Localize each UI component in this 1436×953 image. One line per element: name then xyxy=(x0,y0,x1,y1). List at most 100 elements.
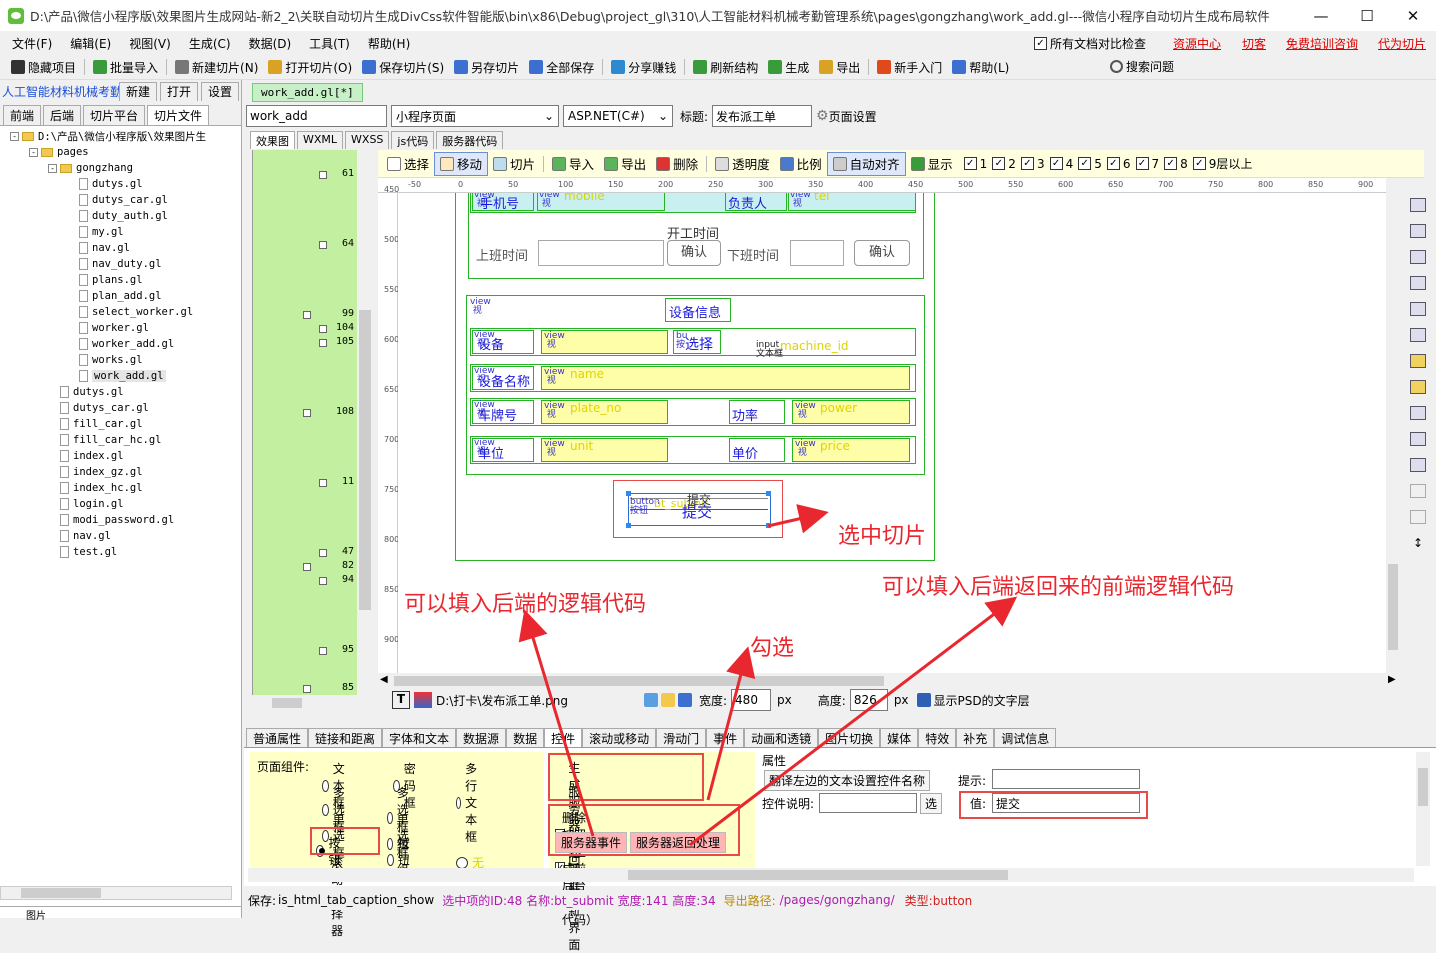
layer-checkbox[interactable]: ✓ 7 xyxy=(1135,157,1159,171)
page-name-input[interactable]: work_add xyxy=(246,105,387,127)
save-slice-button[interactable]: 保存切片(S) xyxy=(357,56,449,78)
export-tool[interactable]: 导出 xyxy=(599,152,651,176)
property-tab[interactable]: 滑动门 xyxy=(656,728,707,747)
move-tool[interactable]: 移动 xyxy=(434,151,489,176)
align-bottom-icon[interactable] xyxy=(1410,250,1426,264)
connect-icon[interactable] xyxy=(1410,458,1426,472)
fold-icon[interactable] xyxy=(319,325,327,333)
radio-icon[interactable] xyxy=(387,853,394,866)
select-tool[interactable]: 选择 xyxy=(382,152,434,176)
property-tab[interactable]: 补充 xyxy=(956,728,995,747)
layer-checkbox[interactable]: ✓ 6 xyxy=(1106,157,1131,171)
tree-file[interactable]: my.gl xyxy=(10,224,241,240)
link-resource-center[interactable]: 资源中心 xyxy=(1173,35,1221,52)
start-confirm-button[interactable]: 确认 xyxy=(667,240,721,266)
height-input[interactable]: 826 xyxy=(849,689,888,711)
left-tab[interactable]: 后端 xyxy=(43,105,82,125)
code-icon[interactable] xyxy=(1410,510,1426,524)
component-radio[interactable]: 多行文本框 xyxy=(456,760,484,845)
link-outsource-slicing[interactable]: 代为切片 xyxy=(1378,35,1426,52)
menu-item[interactable]: 视图(V) xyxy=(120,35,180,52)
property-tab[interactable]: 字体和文本 xyxy=(382,728,457,747)
tree-file[interactable]: modi_password.gl xyxy=(10,512,241,528)
menu-item[interactable]: 生成(C) xyxy=(180,35,240,52)
collapse-icon[interactable]: - xyxy=(48,163,57,173)
tree-folder[interactable]: - gongzhang xyxy=(10,160,241,176)
fold-icon[interactable] xyxy=(303,409,311,417)
code-tab[interactable]: js代码 xyxy=(391,131,435,149)
fold-icon[interactable] xyxy=(319,479,327,487)
radio-icon[interactable] xyxy=(456,856,468,869)
checkbox[interactable]: ✓ xyxy=(1135,157,1149,170)
tree-file[interactable]: works.gl xyxy=(10,352,241,368)
auto-align-tool[interactable]: 自动对齐 xyxy=(826,151,906,176)
opacity-tool[interactable]: 透明度 xyxy=(710,152,775,176)
resize-handle[interactable] xyxy=(766,491,771,496)
fold-icon[interactable] xyxy=(319,577,327,585)
tree-file[interactable]: test.gl xyxy=(10,544,241,560)
fold-icon[interactable] xyxy=(303,685,311,693)
text-tool-icon[interactable]: T xyxy=(392,691,410,709)
help-button[interactable]: 帮助(L) xyxy=(947,56,1014,78)
open-folder-icon[interactable] xyxy=(661,693,675,707)
menu-item[interactable]: 文件(F) xyxy=(3,35,61,52)
tree-folder[interactable]: - D:\产品\微信小程序版\效果图片生 xyxy=(10,128,241,144)
resize-handle[interactable] xyxy=(766,523,771,528)
open-project-button[interactable]: 打开 xyxy=(160,81,199,101)
fold-icon[interactable] xyxy=(303,311,311,319)
checkbox[interactable]: ✓ xyxy=(1078,157,1092,170)
property-tab[interactable]: 普通属性 xyxy=(246,728,309,747)
align-top-icon[interactable] xyxy=(1410,198,1426,212)
collapse-icon[interactable]: - xyxy=(10,131,19,141)
checkbox[interactable]: ✓ xyxy=(1049,157,1063,170)
fold-icon[interactable] xyxy=(303,563,311,571)
beginner-guide-button[interactable]: 新手入门 xyxy=(872,56,947,78)
width-input[interactable]: 480 xyxy=(731,689,772,711)
tree-file[interactable]: nav.gl xyxy=(10,240,241,256)
group-icon[interactable] xyxy=(1410,406,1426,420)
link-free-training[interactable]: 免费培训咨询 xyxy=(1286,35,1358,52)
tree-file[interactable]: work_add.gl xyxy=(10,368,241,384)
code-tab[interactable]: 效果图 xyxy=(250,131,295,149)
props-vscroll[interactable] xyxy=(1416,752,1430,866)
resize-handle[interactable] xyxy=(626,491,631,496)
tree-file[interactable]: dutys.gl xyxy=(10,176,241,192)
checkbox[interactable]: ✓ xyxy=(963,157,977,170)
code-tab[interactable]: 服务器代码 xyxy=(436,131,504,149)
canvas-hscroll[interactable]: ◀ ▶ xyxy=(378,673,1398,689)
end-confirm-button[interactable]: 确认 xyxy=(854,240,910,266)
gutter-hscroll[interactable] xyxy=(252,695,373,711)
batch-import-button[interactable]: 批量导入 xyxy=(88,56,163,78)
tree-file[interactable]: dutys.gl xyxy=(10,384,241,400)
tree-file[interactable]: nav_duty.gl xyxy=(10,256,241,272)
property-tab[interactable]: 图片切换 xyxy=(818,728,881,747)
checkbox[interactable]: ✓ xyxy=(1106,157,1120,170)
resize-vertical-icon[interactable]: ↕ xyxy=(1410,536,1426,550)
checkbox[interactable]: ✓ xyxy=(992,157,1006,170)
tree-file[interactable]: index.gl xyxy=(10,448,241,464)
display-tool[interactable]: 显示 xyxy=(906,152,958,176)
layer-checkbox[interactable]: ✓ 4 xyxy=(1049,157,1073,171)
control-desc-input[interactable] xyxy=(819,793,917,813)
tree-file[interactable]: worker_add.gl xyxy=(10,336,241,352)
start-time-input[interactable] xyxy=(538,240,664,266)
compare-checkbox[interactable]: ✓ xyxy=(1034,37,1047,50)
property-tab[interactable]: 控件 xyxy=(544,728,583,747)
open-slice-button[interactable]: 打开切片(O) xyxy=(263,56,357,78)
tree-file[interactable]: fill_car_hc.gl xyxy=(10,432,241,448)
checkbox[interactable]: ✓ xyxy=(1164,157,1178,170)
hierarchy-icon[interactable] xyxy=(1410,432,1426,446)
search-problem[interactable]: 搜索问题 xyxy=(1110,58,1174,75)
delete-tool[interactable]: 删除 xyxy=(651,152,703,176)
checkbox[interactable]: ✓ xyxy=(1020,157,1034,170)
refresh-image-icon[interactable] xyxy=(644,693,658,707)
property-tab[interactable]: 滚动或移动 xyxy=(582,728,657,747)
menu-item[interactable]: 数据(D) xyxy=(240,35,301,52)
file-tab-work-add[interactable]: work_add.gl[*] xyxy=(252,82,363,102)
layer-checkbox[interactable]: ✓ 3 xyxy=(1020,157,1045,171)
title-input[interactable]: 发布派工单 xyxy=(712,105,813,127)
fold-icon[interactable] xyxy=(319,241,327,249)
layer-checkbox[interactable]: ✓ 2 xyxy=(992,157,1016,171)
link-qieke[interactable]: 切客 xyxy=(1242,35,1266,52)
property-tab[interactable]: 动画和透镜 xyxy=(744,728,819,747)
